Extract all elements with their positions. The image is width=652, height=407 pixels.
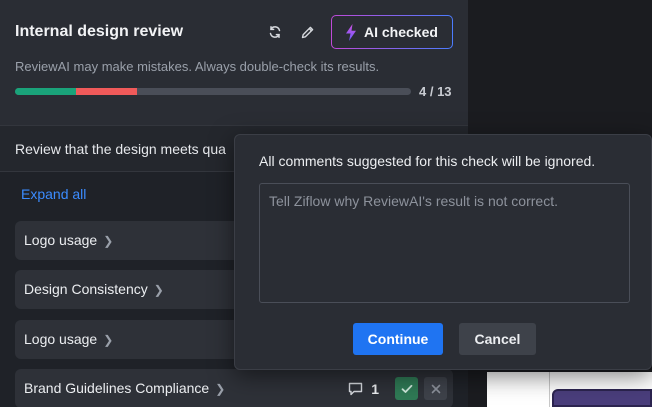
chevron-right-icon: ❯ — [103, 333, 114, 347]
list-item-label: Design Consistency — [24, 281, 148, 297]
comment-icon — [348, 382, 363, 396]
refresh-icon[interactable] — [265, 22, 285, 42]
continue-button[interactable]: Continue — [353, 323, 443, 355]
chevron-right-icon: ❯ — [153, 283, 164, 297]
check-description: Review that the design meets qua — [15, 141, 226, 157]
review-title: Internal design review — [15, 23, 184, 40]
cancel-button[interactable]: Cancel — [459, 323, 536, 355]
close-icon — [431, 384, 441, 394]
ai-checked-badge[interactable]: AI checked — [331, 15, 453, 49]
progress-failed-segment — [75, 88, 137, 95]
ai-checked-label: AI checked — [364, 24, 438, 40]
ai-disclaimer: ReviewAI may make mistakes. Always doubl… — [15, 59, 380, 74]
lightning-icon — [345, 23, 357, 41]
popover-message: All comments suggested for this check wi… — [259, 153, 596, 169]
pencil-icon[interactable] — [297, 22, 317, 42]
list-item-label: Logo usage — [24, 331, 98, 347]
feedback-input[interactable] — [259, 183, 630, 303]
comment-count-value: 1 — [371, 380, 379, 397]
reject-button[interactable] — [424, 377, 447, 400]
progress-count: 4 / 13 — [419, 84, 452, 99]
chevron-right-icon: ❯ — [103, 234, 114, 248]
canvas-artwork — [552, 389, 652, 407]
check-icon — [401, 384, 413, 394]
list-item-label: Brand Guidelines Compliance — [24, 380, 210, 396]
approve-button[interactable] — [395, 377, 418, 400]
chevron-right-icon: ❯ — [215, 382, 226, 396]
item-actions: 1 — [348, 369, 453, 407]
comment-count[interactable]: 1 — [348, 381, 379, 397]
feedback-popover: All comments suggested for this check wi… — [234, 134, 652, 370]
list-item-label: Logo usage — [24, 232, 98, 248]
list-item[interactable]: Brand Guidelines Compliance ❯ 1 — [15, 369, 453, 407]
expand-all-link[interactable]: Expand all — [21, 186, 86, 202]
canvas-guide — [549, 372, 550, 407]
progress-passed-segment — [15, 88, 76, 95]
progress-bar — [15, 88, 411, 95]
review-header: Internal design review AI checked Review… — [0, 0, 468, 125]
